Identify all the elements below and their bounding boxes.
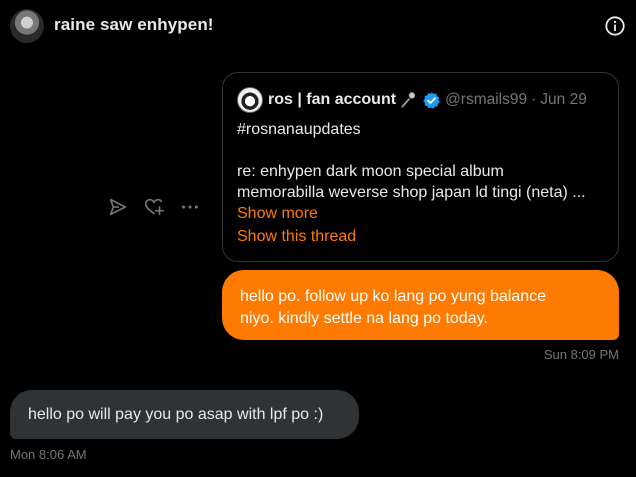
avatar[interactable] — [10, 9, 44, 43]
received-message-bubble[interactable]: hello po will pay you po asap with lpf p… — [10, 390, 359, 439]
tweet-text-line — [237, 140, 604, 161]
sent-message-timestamp: Sun 8:09 PM — [543, 347, 619, 362]
show-thread-link[interactable]: Show this thread — [237, 226, 604, 247]
microphone-icon — [401, 92, 416, 108]
tweet-text-line: re: enhypen dark moon special album — [237, 163, 504, 180]
send-icon[interactable] — [107, 196, 129, 218]
tweet-header: ros | fan account @rsmails99 · Jun 29 — [237, 87, 604, 113]
tweet-text-line: memorabilla weverse shop japan ld tingi … — [237, 184, 586, 201]
quoted-tweet-card[interactable]: ros | fan account @rsmails99 · Jun 29 #r… — [222, 72, 619, 262]
sent-message-line: hello po. follow up ko lang po yung bala… — [240, 288, 546, 305]
show-more-link[interactable]: Show more — [237, 203, 604, 224]
received-message-timestamp: Mon 8:06 AM — [10, 447, 87, 462]
tweet-date[interactable]: Jun 29 — [540, 91, 587, 109]
tweet-author-handle[interactable]: @rsmails99 — [445, 91, 527, 109]
conversation-title[interactable]: raine saw enhypen! — [54, 15, 214, 35]
more-options-icon[interactable] — [179, 196, 201, 218]
info-circle-icon[interactable] — [604, 15, 626, 37]
tweet-author-name[interactable]: ros | fan account — [268, 91, 396, 109]
tweet-text-line[interactable]: #rosnanaupdates — [237, 119, 604, 140]
react-add-icon[interactable] — [143, 196, 165, 218]
message-actions — [107, 196, 215, 218]
tweet-text: #rosnanaupdates re: enhypen dark moon sp… — [237, 119, 604, 203]
verified-badge-icon — [423, 91, 440, 109]
tweet-meta-separator: · — [531, 91, 537, 108]
sent-message-bubble[interactable]: hello po. follow up ko lang po yung bala… — [222, 270, 619, 340]
dm-conversation: raine saw enhypen! ros | fan account @rs… — [0, 0, 636, 477]
conversation-header: raine saw enhypen! — [0, 0, 636, 52]
sent-message-line: niyo. kindly settle na lang po today. — [240, 310, 488, 327]
tweet-author-avatar[interactable] — [237, 87, 263, 113]
